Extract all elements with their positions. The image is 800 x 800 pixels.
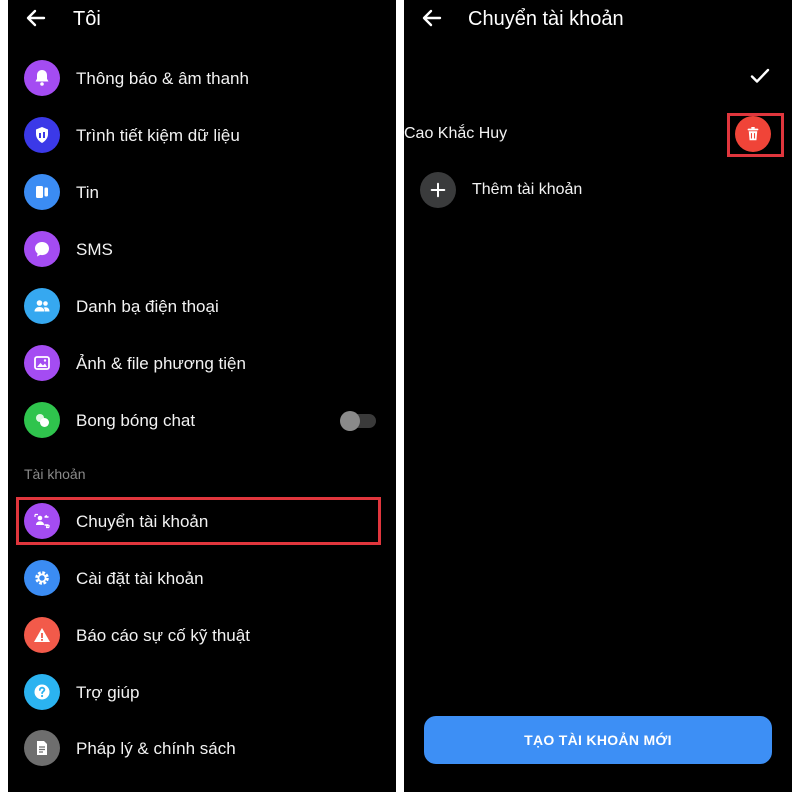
menu-item-report-problem[interactable]: Báo cáo sự cố kỹ thuật: [8, 608, 396, 664]
stories-icon: [24, 174, 60, 210]
menu-item-legal[interactable]: Pháp lý & chính sách: [8, 721, 396, 777]
menu-item-help[interactable]: Trợ giúp: [8, 665, 396, 721]
add-account-label: Thêm tài khoản: [472, 181, 583, 198]
menu-item-label: Danh bạ điện thoại: [76, 297, 219, 316]
check-icon[interactable]: [748, 64, 772, 88]
help-icon: [24, 674, 60, 710]
menu-item-label: Thông báo & âm thanh: [76, 69, 249, 88]
page-title: Tôi: [73, 8, 101, 30]
switch-account-panel: Chuyển tài khoản Cao Khắc Huy Thêm tài k…: [404, 0, 792, 792]
menu-item-label: Pháp lý & chính sách: [76, 739, 236, 758]
settings-panel: Tôi Thông báo & âm thanh Trình tiết kiệm…: [8, 0, 396, 792]
highlight-box: [16, 497, 381, 545]
menu-item-label: Trợ giúp: [76, 683, 140, 702]
menu-item-label: SMS: [76, 240, 113, 259]
settings-header: Tôi: [8, 0, 396, 40]
account-name[interactable]: Cao Khắc Huy: [404, 125, 507, 143]
highlight-box: [727, 113, 784, 157]
menu-item-data-saver[interactable]: Trình tiết kiệm dữ liệu: [8, 108, 396, 164]
toggle-knob: [340, 411, 360, 431]
bell-icon: [24, 60, 60, 96]
plus-icon: [420, 172, 456, 208]
menu-item-stories[interactable]: Tin: [8, 165, 396, 221]
document-icon: [24, 730, 60, 766]
sms-bubble-icon: [24, 231, 60, 267]
menu-item-chat-heads[interactable]: Bong bóng chat: [8, 393, 396, 449]
warning-icon: [24, 617, 60, 653]
page-title: Chuyển tài khoản: [468, 8, 624, 30]
menu-item-media[interactable]: Ảnh & file phương tiện: [8, 336, 396, 392]
contacts-icon: [24, 288, 60, 324]
menu-item-label: Bong bóng chat: [76, 411, 196, 430]
menu-item-notifications[interactable]: Thông báo & âm thanh: [8, 51, 396, 107]
back-arrow-icon[interactable]: [420, 6, 444, 30]
create-new-account-button[interactable]: TẠO TÀI KHOẢN MỚI: [424, 716, 772, 764]
gear-icon: [24, 560, 60, 596]
section-header-account: Tài khoản: [24, 466, 86, 482]
chat-heads-icon: [24, 402, 60, 438]
menu-item-label: Cài đặt tài khoản: [76, 569, 204, 588]
chat-heads-toggle[interactable]: [340, 411, 376, 431]
menu-item-contacts[interactable]: Danh bạ điện thoại: [8, 279, 396, 335]
photo-icon: [24, 345, 60, 381]
back-arrow-icon[interactable]: [24, 6, 48, 30]
switch-account-header: Chuyển tài khoản: [404, 0, 792, 40]
menu-item-account-settings[interactable]: Cài đặt tài khoản: [8, 551, 396, 607]
data-saver-shield-icon: [24, 117, 60, 153]
menu-item-sms[interactable]: SMS: [8, 222, 396, 278]
menu-item-label: Báo cáo sự cố kỹ thuật: [76, 626, 250, 645]
add-account-row[interactable]: Thêm tài khoản: [420, 170, 720, 210]
menu-item-label: Tin: [76, 183, 99, 202]
menu-item-label: Ảnh & file phương tiện: [76, 354, 246, 373]
menu-item-label: Trình tiết kiệm dữ liệu: [76, 126, 240, 145]
